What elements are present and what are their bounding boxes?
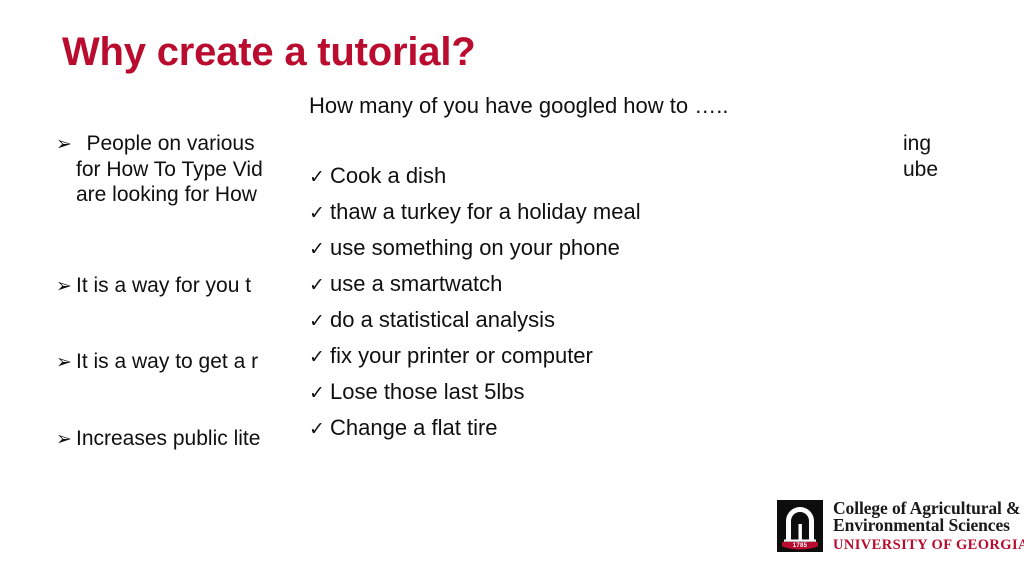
arrow-bullet-icon: ➢ <box>56 428 72 450</box>
logo-wordmark: College of Agricultural & Environmental … <box>833 499 1024 553</box>
bullet-tail-text: ube <box>903 157 939 181</box>
check-icon: ✓ <box>309 382 325 404</box>
check-icon: ✓ <box>309 418 325 440</box>
arrow-bullet-icon: ➢ <box>56 133 72 155</box>
list-item: ✓ do a statistical analysis <box>309 307 899 343</box>
bullet-text: for How To Type Vid <box>76 157 263 181</box>
page-title: Why create a tutorial? <box>62 30 476 74</box>
list-item-label: thaw a turkey for a holiday meal <box>330 199 641 224</box>
list-item-label: Change a flat tire <box>330 415 498 440</box>
bullet-text: are looking for How <box>76 183 257 206</box>
list-item: ✓ Lose those last 5lbs <box>309 379 899 415</box>
list-item-label: use a smartwatch <box>330 271 503 296</box>
bullet-item-1-tail: ing ube <box>903 131 938 182</box>
googled-question-heading: How many of you have googled how to ….. <box>309 93 729 118</box>
slide-canvas: Why create a tutorial? ➢ People on vario… <box>0 0 1024 576</box>
bullet-text: It is a way for you t <box>76 274 252 297</box>
list-item: ✓ use something on your phone <box>309 235 899 271</box>
arrow-bullet-icon: ➢ <box>56 275 72 297</box>
bullet-text: People on various <box>76 132 255 155</box>
uga-arch-icon: 1785 <box>777 500 823 552</box>
check-icon: ✓ <box>309 274 325 296</box>
check-icon: ✓ <box>309 202 325 224</box>
list-item: ✓ Cook a dish <box>309 163 899 199</box>
logo-university-line: UNIVERSITY OF GEORGIA <box>833 536 1024 553</box>
bullet-text: Increases public lite <box>76 427 261 450</box>
list-item-label: use something on your phone <box>330 235 620 260</box>
list-item-label: Lose those last 5lbs <box>330 379 525 404</box>
logo-college-line-2: Environmental Sciences <box>833 515 1010 536</box>
list-item-label: fix your printer or computer <box>330 343 593 368</box>
list-item-label: do a statistical analysis <box>330 307 555 332</box>
check-icon: ✓ <box>309 310 325 332</box>
check-icon: ✓ <box>309 166 325 188</box>
check-icon: ✓ <box>309 238 325 260</box>
arrow-bullet-icon: ➢ <box>56 351 72 373</box>
bullet-tail-text: ing <box>903 132 932 155</box>
list-item: ✓ thaw a turkey for a holiday meal <box>309 199 899 235</box>
list-item: ✓ use a smartwatch <box>309 271 899 307</box>
google-search-checklist: ✓ Cook a dish ✓ thaw a turkey for a holi… <box>309 163 899 451</box>
arch-founded-year: 1785 <box>792 543 808 549</box>
bullet-text: It is a way to get a r <box>76 350 259 373</box>
list-item: ✓ Change a flat tire <box>309 415 899 451</box>
list-item: ✓ fix your printer or computer <box>309 343 899 379</box>
list-item-label: Cook a dish <box>330 163 447 188</box>
check-icon: ✓ <box>309 346 325 368</box>
uga-caes-logo: 1785 College of Agricultural & Environme… <box>777 497 1024 555</box>
